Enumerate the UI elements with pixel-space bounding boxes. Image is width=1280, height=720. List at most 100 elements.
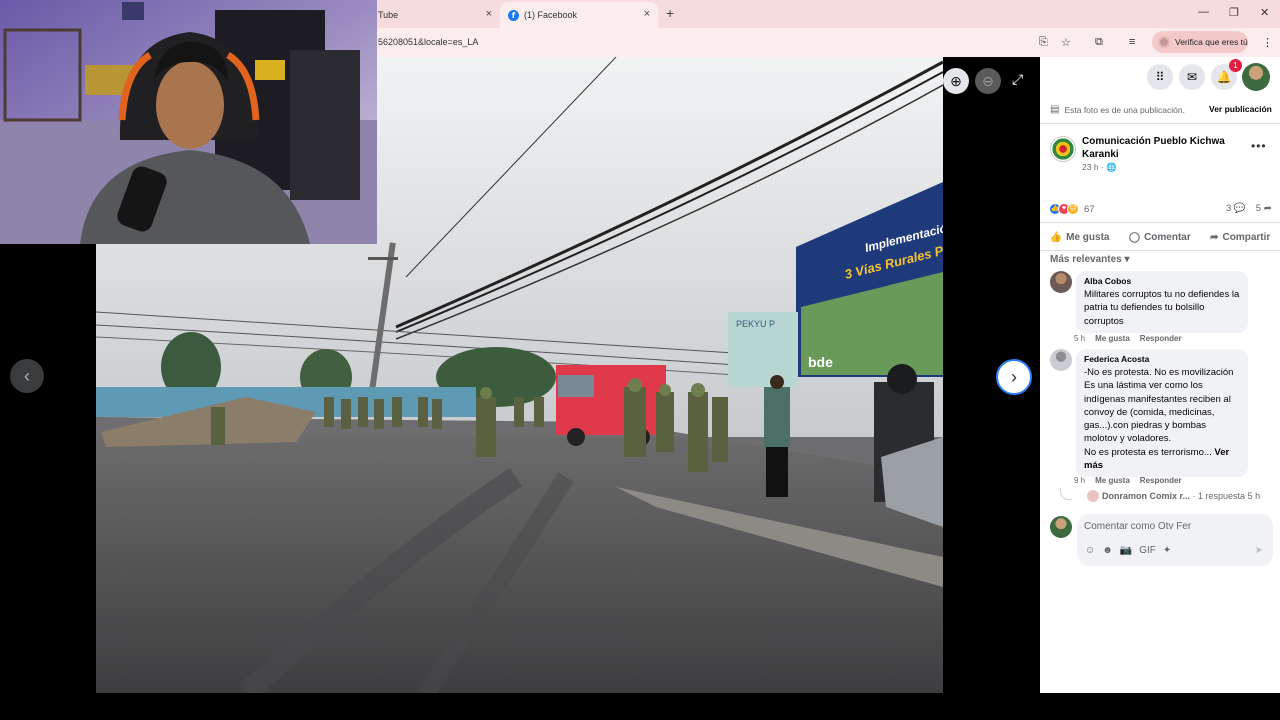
share-icon: ➦ <box>1210 231 1219 243</box>
reply-count: · 1 respuesta <box>1192 491 1246 501</box>
comment-time[interactable]: 5 h <box>1074 334 1085 343</box>
top-icon-bar: ⠿ ✉ 🔔 1 <box>1040 57 1280 95</box>
comment-like-link[interactable]: Me gusta <box>1095 476 1130 485</box>
emoji-icon[interactable]: ☻ <box>1102 545 1113 556</box>
zoom-in-icon: ⊕ <box>950 72 962 89</box>
commenter-avatar[interactable] <box>1050 349 1072 371</box>
tab-facebook-label: (1) Facebook <box>524 10 578 20</box>
comment-time[interactable]: 9 h <box>1074 476 1085 485</box>
verify-label: Verifica que eres tú <box>1175 37 1248 47</box>
divider <box>1040 250 1280 251</box>
engagement-counts: 3 💬 5 ➦ <box>1226 203 1272 214</box>
comment-text: Militares corruptos tu no defiendes la p… <box>1084 289 1240 327</box>
sticker-icon[interactable]: ✦ <box>1163 545 1171 556</box>
webcam-overlay <box>0 0 377 244</box>
close-tab-icon[interactable]: × <box>486 8 492 20</box>
comment-author[interactable]: Federica Acosta <box>1084 354 1240 364</box>
sign-small-text: PEKYU P <box>736 319 775 329</box>
comment-author[interactable]: Alba Cobos <box>1084 276 1240 286</box>
browser-menu-icon[interactable]: ⋮ <box>1262 36 1273 49</box>
share-label: Compartir <box>1222 231 1271 243</box>
shares-count[interactable]: 5 ➦ <box>1256 203 1272 214</box>
grid-icon: ⠿ <box>1155 70 1165 84</box>
tab-facebook[interactable]: f (1) Facebook × <box>500 2 658 28</box>
comment-like-link[interactable]: Me gusta <box>1095 334 1130 343</box>
comment-meta: 9 h Me gusta Responder <box>1074 476 1182 485</box>
minimize-button[interactable]: — <box>1198 6 1209 18</box>
share-button[interactable]: ➦ Compartir <box>1210 232 1270 243</box>
facebook-favicon-icon: f <box>508 9 519 21</box>
install-app-icon[interactable]: ⎘ <box>1039 36 1048 49</box>
info-icon: ▤ <box>1050 104 1060 115</box>
comment-button[interactable]: ◯ Comentar <box>1129 232 1191 243</box>
media-control-icon[interactable]: ≡ <box>1129 36 1135 48</box>
commenter-avatar[interactable] <box>1050 271 1072 293</box>
account-avatar[interactable] <box>1242 63 1270 91</box>
reply-connector <box>1060 488 1072 500</box>
avatar-sticker-icon[interactable]: ☺ <box>1085 545 1095 556</box>
close-tab-icon[interactable]: × <box>644 8 650 20</box>
page-name[interactable]: Comunicación Pueblo Kichwa Karanki <box>1082 135 1242 161</box>
verify-profile-chip[interactable]: Verifica que eres tú <box>1152 31 1248 53</box>
reply-author: Donramon Comix r... <box>1102 491 1191 501</box>
publication-notice-text: Esta foto es de una publicación. <box>1064 104 1185 115</box>
fullscreen-icon[interactable]: ⤢ <box>1012 71 1023 88</box>
reaction-count: 67 <box>1084 203 1095 215</box>
profile-icon <box>1158 36 1170 48</box>
composer-tools: ☺ ☻ 📷 GIF ✦ <box>1085 545 1171 556</box>
page-avatar[interactable] <box>1050 136 1076 162</box>
comment-bubble: Alba Cobos Militares corruptos tu no def… <box>1076 271 1248 333</box>
like-label: Me gusta <box>1066 231 1110 243</box>
view-publication-link[interactable]: Ver publicación <box>1209 104 1272 114</box>
bookmark-star-icon[interactable]: ☆ <box>1061 36 1071 49</box>
new-tab-button[interactable]: + <box>666 5 674 21</box>
tab-youtube-label: Tube <box>378 10 399 20</box>
close-window-button[interactable]: ✕ <box>1260 6 1269 19</box>
comment-bubble: Federica Acosta -No es protesta. No es m… <box>1076 349 1248 478</box>
reactions-summary[interactable]: 👍 ♥ ☹ 67 <box>1049 203 1095 215</box>
divider <box>1040 222 1280 223</box>
camera-icon[interactable]: 📷 <box>1120 545 1132 556</box>
comment-text: -No es protesta. No es movilización Es u… <box>1084 366 1240 472</box>
more-options-icon[interactable]: ••• <box>1251 139 1267 153</box>
url-text[interactable]: 56208051&locale=es_LA <box>378 37 478 47</box>
reply-avatar <box>1087 490 1099 502</box>
restore-button[interactable]: ❐ <box>1229 6 1239 19</box>
comment-reply-link[interactable]: Responder <box>1140 476 1182 485</box>
gif-icon[interactable]: GIF <box>1139 545 1156 556</box>
extensions-icon[interactable]: ⧉ <box>1095 36 1103 49</box>
chevron-left-icon: ‹ <box>24 365 30 386</box>
reply-time: 5 h <box>1247 491 1261 501</box>
comment-composer: ☺ ☻ 📷 GIF ✦ ➤ <box>1077 514 1273 566</box>
messenger-icon: ✉ <box>1186 70 1198 84</box>
comment-label: Comentar <box>1144 231 1191 243</box>
comment-reply-link[interactable]: Responder <box>1140 334 1182 343</box>
post-side-panel: ⠿ ✉ 🔔 1 ▤ Esta foto es de una publicació… <box>1040 57 1280 693</box>
menu-grid-button[interactable]: ⠿ <box>1147 64 1173 90</box>
comment-text-body: -No es protesta. No es movilización Es u… <box>1084 367 1234 458</box>
composer-avatar <box>1050 516 1072 538</box>
divider <box>1040 123 1280 124</box>
sad-reaction-icon: ☹ <box>1067 203 1079 215</box>
like-button[interactable]: 👍 Me gusta <box>1050 232 1110 243</box>
notification-badge: 1 <box>1229 59 1242 72</box>
next-photo-button[interactable]: › <box>996 359 1032 395</box>
comment-icon: ◯ <box>1128 231 1141 243</box>
comment-sort-dropdown[interactable]: Más relevantes ▾ <box>1050 254 1130 265</box>
post-time[interactable]: 23 h · 🌐 <box>1082 162 1117 173</box>
previous-photo-button[interactable]: ‹ <box>10 359 44 393</box>
zoom-in-button[interactable]: ⊕ <box>943 68 969 94</box>
post-actions: 👍 Me gusta ◯ Comentar ➦ Compartir <box>1040 227 1280 247</box>
billboard-brand: bde <box>808 354 833 370</box>
tab-youtube[interactable]: Tube × <box>376 2 500 28</box>
view-replies-link[interactable]: Donramon Comix r... · 1 respuesta 5 h <box>1087 490 1260 502</box>
messenger-button[interactable]: ✉ <box>1179 64 1205 90</box>
comments-count[interactable]: 3 💬 <box>1226 203 1246 214</box>
screen: Tube × f (1) Facebook × + — ❐ ✕ 56208051… <box>0 0 1280 720</box>
send-icon[interactable]: ➤ <box>1255 545 1263 556</box>
bell-icon: 🔔 <box>1216 70 1232 84</box>
thumbs-up-icon: 👍 <box>1049 231 1063 243</box>
chevron-right-icon: › <box>1011 366 1017 387</box>
zoom-out-button[interactable]: ⊖ <box>975 68 1001 94</box>
comment-input[interactable] <box>1084 521 1264 532</box>
